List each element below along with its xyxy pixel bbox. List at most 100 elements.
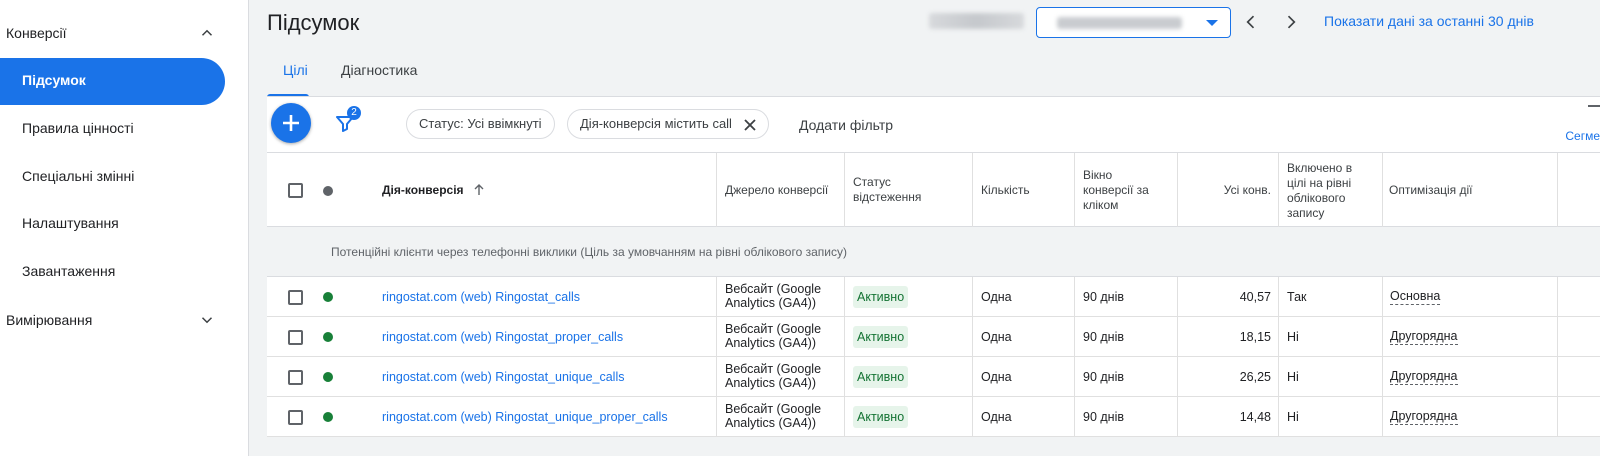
status-dot-header: [323, 186, 333, 196]
column-divider: [844, 357, 845, 397]
column-divider: [972, 317, 973, 357]
segment-button[interactable]: Сегме: [1565, 129, 1600, 143]
caret-down-icon: [1206, 20, 1218, 26]
sidebar-item-settings[interactable]: Налаштування: [22, 213, 119, 233]
conversion-action-link[interactable]: ringostat.com (web) Ringostat_unique_cal…: [382, 370, 625, 384]
sidebar-group-conversions[interactable]: Конверсії: [6, 21, 216, 45]
column-divider: [1557, 277, 1558, 317]
segment-icon[interactable]: [1588, 105, 1600, 115]
column-divider: [1074, 397, 1075, 437]
included-value: Ні: [1287, 410, 1299, 424]
column-divider: [1278, 317, 1279, 357]
row-checkbox[interactable]: [288, 290, 303, 305]
column-divider: [1557, 153, 1558, 228]
sort-arrow-up-icon: [474, 184, 484, 195]
main-content: Підсумок Показати дані за останні 30 дні…: [249, 0, 1600, 456]
date-range-label-blurred: [929, 13, 1024, 29]
count-value: Одна: [981, 370, 1012, 384]
column-header-all-conv[interactable]: Усі конв.: [1177, 183, 1271, 198]
column-header-action[interactable]: Дія-конверсія: [382, 183, 485, 198]
sidebar-item-summary[interactable]: Підсумок: [0, 58, 225, 105]
window-value: 90 днів: [1083, 330, 1124, 344]
column-header-status[interactable]: Статус відстеження: [853, 175, 943, 205]
column-header-action-label: Дія-конверсія: [382, 183, 464, 197]
chevron-left-icon[interactable]: [1241, 12, 1261, 32]
window-value: 90 днів: [1083, 370, 1124, 384]
add-filter-button[interactable]: Додати фільтр: [799, 117, 893, 133]
conversion-action-link[interactable]: ringostat.com (web) Ringostat_calls: [382, 290, 580, 304]
optimization-value[interactable]: Другорядна: [1390, 409, 1458, 425]
window-value: 90 днів: [1083, 290, 1124, 304]
tab-goals[interactable]: Цілі: [283, 62, 308, 78]
tab-diagnostics[interactable]: Діагностика: [341, 62, 417, 78]
column-divider: [1382, 357, 1383, 397]
column-divider: [716, 317, 717, 357]
column-divider: [1557, 317, 1558, 357]
status-badge: Активно: [853, 406, 909, 428]
sidebar-item-value-rules[interactable]: Правила цінності: [22, 118, 134, 138]
select-all-checkbox[interactable]: [288, 183, 303, 198]
column-divider: [1074, 357, 1075, 397]
table-row[interactable]: ringostat.com (web) Ringostat_unique_pro…: [267, 397, 1600, 437]
toolbar: 2 Статус: Усі ввімкнуті Дія-конверсія мі…: [267, 97, 1600, 152]
column-divider: [1278, 397, 1279, 437]
row-checkbox[interactable]: [288, 330, 303, 345]
conversion-source: Вебсайт (Google Analytics (GA4)): [725, 282, 822, 310]
show-last-30-days-link[interactable]: Показати дані за останні 30 днів: [1324, 13, 1534, 29]
conversion-source: Вебсайт (Google Analytics (GA4)): [725, 402, 822, 430]
column-divider: [716, 153, 717, 228]
count-value: Одна: [981, 410, 1012, 424]
group-row-label: Потенційні клієнти через телефонні викли…: [331, 245, 847, 259]
column-divider: [716, 277, 717, 317]
conversion-source: Вебсайт (Google Analytics (GA4)): [725, 362, 822, 390]
column-header-optimization[interactable]: Оптимізація дії: [1389, 183, 1473, 198]
optimization-value[interactable]: Другорядна: [1390, 369, 1458, 385]
sidebar-item-custom-variables[interactable]: Спеціальні змінні: [22, 166, 134, 186]
optimization-value[interactable]: Другорядна: [1390, 329, 1458, 345]
add-conversion-button[interactable]: [271, 103, 311, 143]
table-row[interactable]: ringostat.com (web) Ringostat_unique_cal…: [267, 357, 1600, 397]
included-value: Ні: [1287, 370, 1299, 384]
status-dot-enabled: [323, 292, 333, 302]
date-range-value-blurred: [1057, 17, 1182, 29]
status-badge: Активно: [853, 366, 909, 388]
table-row[interactable]: ringostat.com (web) Ringostat_calls Вебс…: [267, 277, 1600, 317]
group-row: Потенційні клієнти через телефонні викли…: [267, 227, 1600, 277]
status-dot-enabled: [323, 332, 333, 342]
conversion-action-link[interactable]: ringostat.com (web) Ringostat_unique_pro…: [382, 410, 668, 424]
all-conv-value: 26,25: [1239, 370, 1271, 384]
column-divider: [844, 397, 845, 437]
optimization-value[interactable]: Основна: [1390, 289, 1441, 305]
filter-chip-action-label: Дія-конверсія містить call: [580, 116, 732, 131]
conversion-action-link[interactable]: ringostat.com (web) Ringostat_proper_cal…: [382, 330, 623, 344]
column-divider: [1382, 277, 1383, 317]
table-row[interactable]: ringostat.com (web) Ringostat_proper_cal…: [267, 317, 1600, 357]
column-header-included[interactable]: Включено в цілі на рівні облікового запи…: [1287, 161, 1371, 221]
column-header-source[interactable]: Джерело конверсії: [725, 183, 828, 198]
column-header-window[interactable]: Вікно конверсії за кліком: [1083, 168, 1165, 213]
filter-chip-status[interactable]: Статус: Усі ввімкнуті: [406, 109, 555, 139]
date-range-picker[interactable]: [1036, 7, 1231, 38]
column-divider: [716, 357, 717, 397]
filter-chip-action[interactable]: Дія-конверсія містить call: [567, 109, 769, 139]
column-divider: [972, 397, 973, 437]
sidebar-group-conversions-label: Конверсії: [6, 25, 67, 41]
close-icon[interactable]: [743, 118, 756, 131]
all-conv-value: 40,57: [1239, 290, 1271, 304]
status-badge: Активно: [853, 286, 909, 308]
status-badge: Активно: [853, 326, 909, 348]
sidebar-group-measurement[interactable]: Вимірювання: [6, 308, 216, 332]
column-divider: [844, 277, 845, 317]
row-checkbox[interactable]: [288, 370, 303, 385]
filter-chip-status-label: Статус: Усі ввімкнуті: [419, 116, 542, 131]
plus-icon: [283, 115, 299, 131]
sidebar-item-uploads[interactable]: Завантаження: [22, 261, 115, 281]
filter-count-badge: 2: [347, 106, 361, 120]
included-value: Так: [1287, 290, 1307, 304]
count-value: Одна: [981, 330, 1012, 344]
column-header-count[interactable]: Кількість: [981, 183, 1030, 198]
chevron-right-icon[interactable]: [1281, 12, 1301, 32]
row-checkbox[interactable]: [288, 410, 303, 425]
status-dot-enabled: [323, 412, 333, 422]
column-divider: [1382, 397, 1383, 437]
